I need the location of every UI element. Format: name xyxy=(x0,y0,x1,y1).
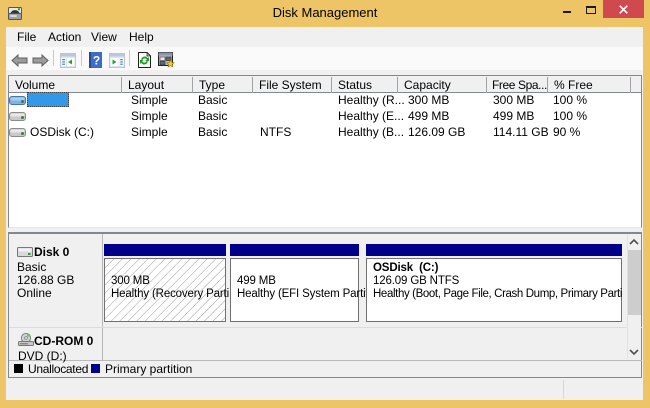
svg-text:?: ? xyxy=(93,54,100,68)
